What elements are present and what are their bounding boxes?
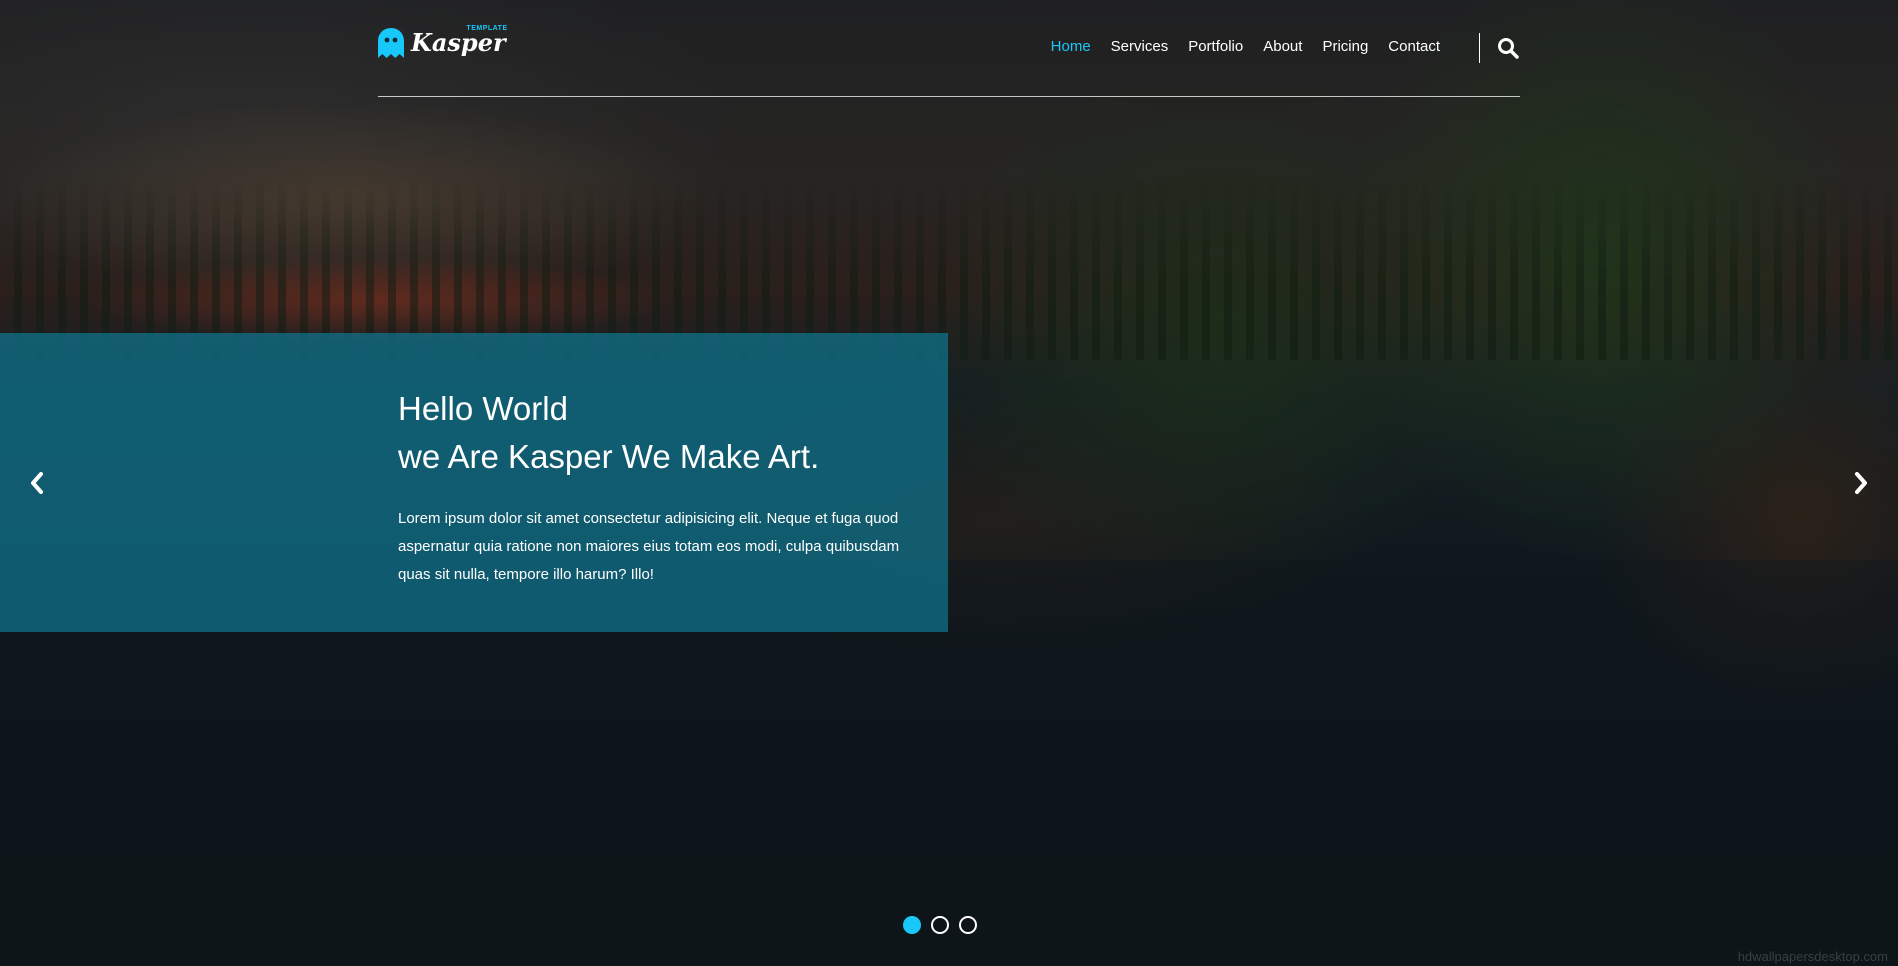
watermark: hdwallpapersdesktop.com: [1737, 949, 1888, 964]
slide-title-line-2: we Are Kasper We Make Art.: [398, 438, 820, 475]
chevron-left-icon[interactable]: [25, 468, 49, 498]
site-header: Kasper TEMPLATE Home Services Portfolio …: [378, 0, 1520, 97]
brand-tagline: TEMPLATE: [466, 25, 508, 32]
nav-item-portfolio[interactable]: Portfolio: [1188, 38, 1243, 55]
nav-divider: [1479, 33, 1480, 63]
slide-description: Lorem ipsum dolor sit amet consectetur a…: [398, 510, 900, 583]
nav-item-about[interactable]: About: [1263, 38, 1302, 55]
slider-bullet-2[interactable]: [931, 916, 949, 934]
main-nav: Home Services Portfolio About Pricing Co…: [1031, 38, 1440, 55]
logo[interactable]: Kasper TEMPLATE: [378, 25, 507, 58]
chevron-right-icon[interactable]: [1849, 468, 1873, 498]
slider-bullet-1[interactable]: [903, 916, 921, 934]
brand-name: Kasper: [411, 28, 506, 57]
hero-section: Kasper TEMPLATE Home Services Portfolio …: [0, 0, 1898, 966]
slide-title-line-1: Hello World: [398, 390, 568, 427]
slider-bullets: [903, 916, 987, 934]
ghost-icon: [378, 28, 404, 58]
nav-item-services[interactable]: Services: [1111, 38, 1169, 55]
nav-item-contact[interactable]: Contact: [1388, 38, 1440, 55]
slide-title: Hello World we Are Kasper We Make Art.: [398, 385, 918, 481]
logo-text: Kasper TEMPLATE: [411, 25, 507, 57]
nav-item-home[interactable]: Home: [1051, 38, 1091, 55]
search-icon[interactable]: [1496, 36, 1520, 60]
slide-content: Hello World we Are Kasper We Make Art. L…: [398, 385, 918, 604]
slider-bullet-3[interactable]: [959, 916, 977, 934]
slide-content-panel: Hello World we Are Kasper We Make Art. L…: [0, 333, 948, 632]
nav-item-pricing[interactable]: Pricing: [1322, 38, 1368, 55]
